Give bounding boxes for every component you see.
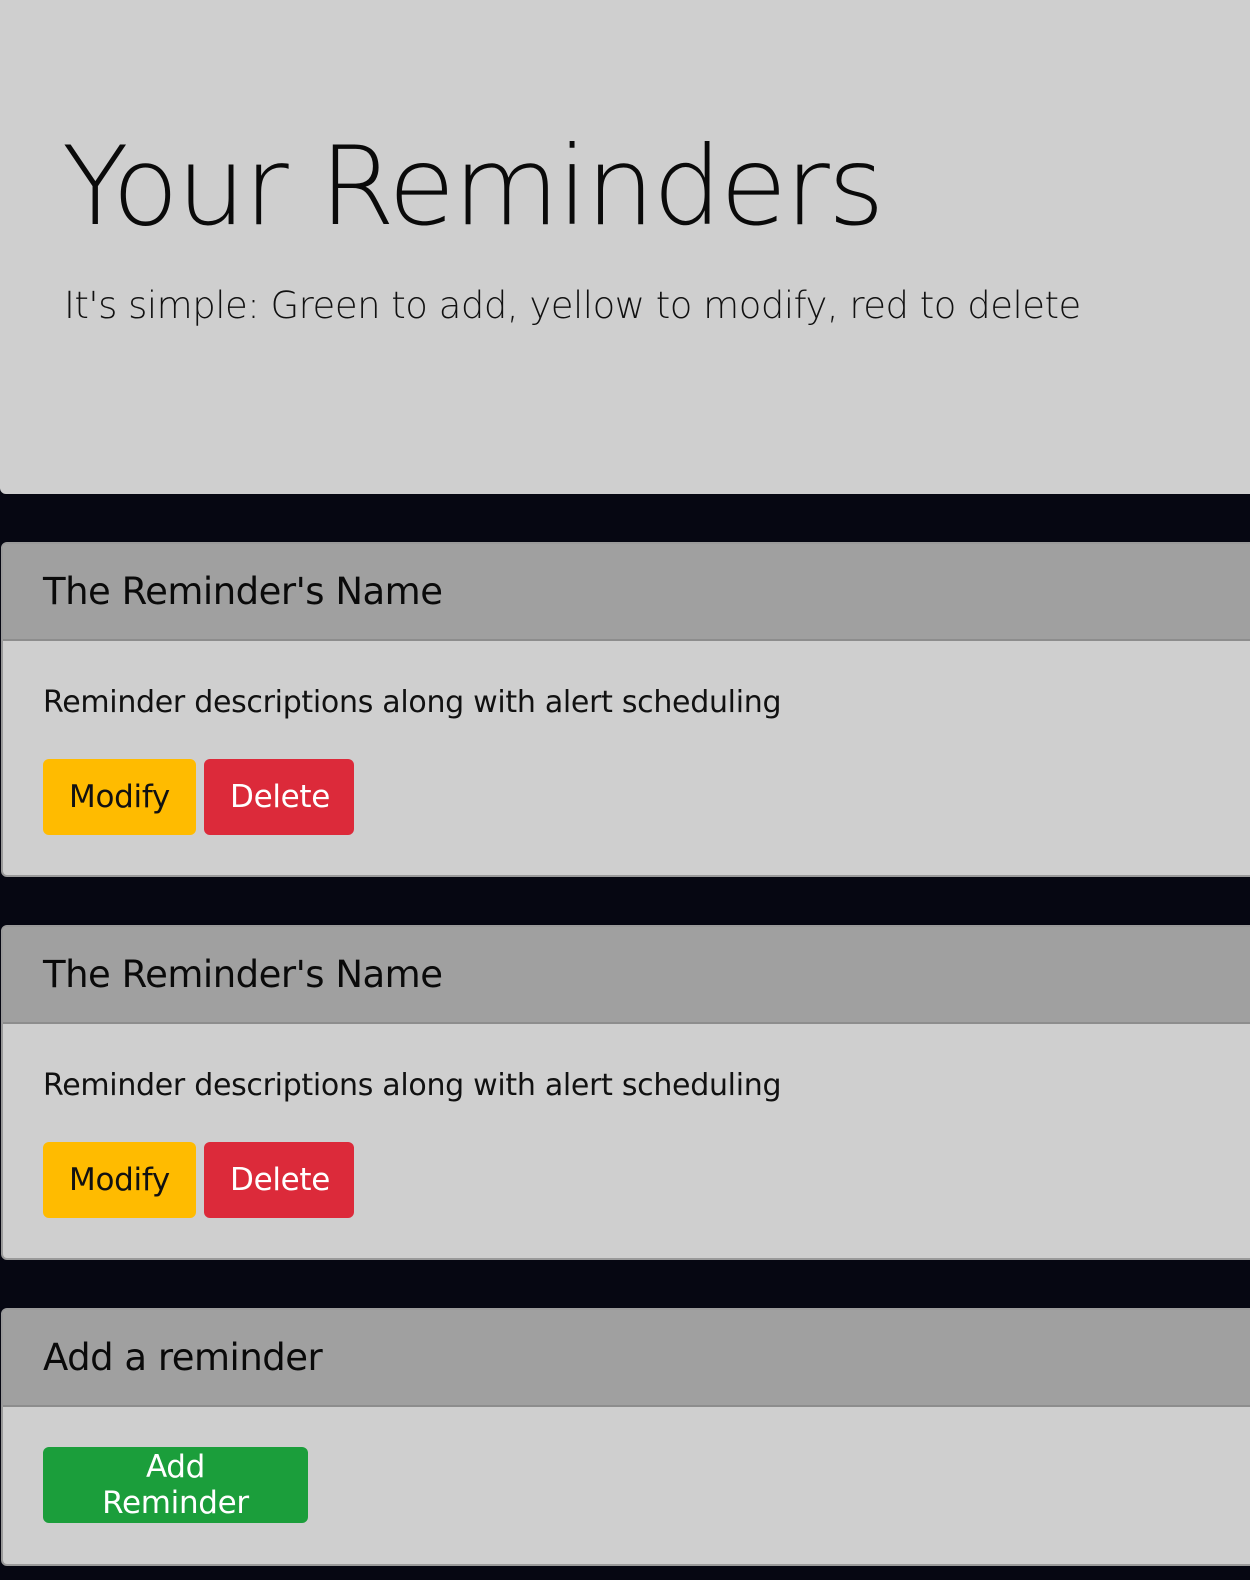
- modify-button[interactable]: Modify: [43, 1142, 196, 1218]
- reminder-card-header: The Reminder's Name: [3, 927, 1250, 1024]
- add-reminder-card: Add a reminder Add Reminder: [1, 1308, 1250, 1566]
- page-instructions: It's simple: Green to add, yellow to mod…: [64, 284, 1081, 327]
- add-reminder-title: Add a reminder: [43, 1336, 323, 1379]
- add-reminder-button[interactable]: Add Reminder: [43, 1447, 308, 1523]
- reminder-description: Reminder descriptions along with alert s…: [43, 1068, 782, 1103]
- reminder-card: The Reminder's Name Reminder description…: [1, 542, 1250, 877]
- reminder-description: Reminder descriptions along with alert s…: [43, 685, 782, 720]
- reminder-card: The Reminder's Name Reminder description…: [1, 925, 1250, 1260]
- reminder-card-header: The Reminder's Name: [3, 544, 1250, 641]
- add-reminder-card-header: Add a reminder: [3, 1310, 1250, 1407]
- delete-button[interactable]: Delete: [204, 1142, 354, 1218]
- reminder-name: The Reminder's Name: [43, 570, 443, 613]
- reminder-name: The Reminder's Name: [43, 953, 443, 996]
- delete-button[interactable]: Delete: [204, 759, 354, 835]
- page-title: Your Reminders: [62, 123, 885, 250]
- modify-button[interactable]: Modify: [43, 759, 196, 835]
- reminders-page: Your Reminders It's simple: Green to add…: [0, 0, 1250, 1580]
- hero-banner: Your Reminders It's simple: Green to add…: [0, 0, 1250, 494]
